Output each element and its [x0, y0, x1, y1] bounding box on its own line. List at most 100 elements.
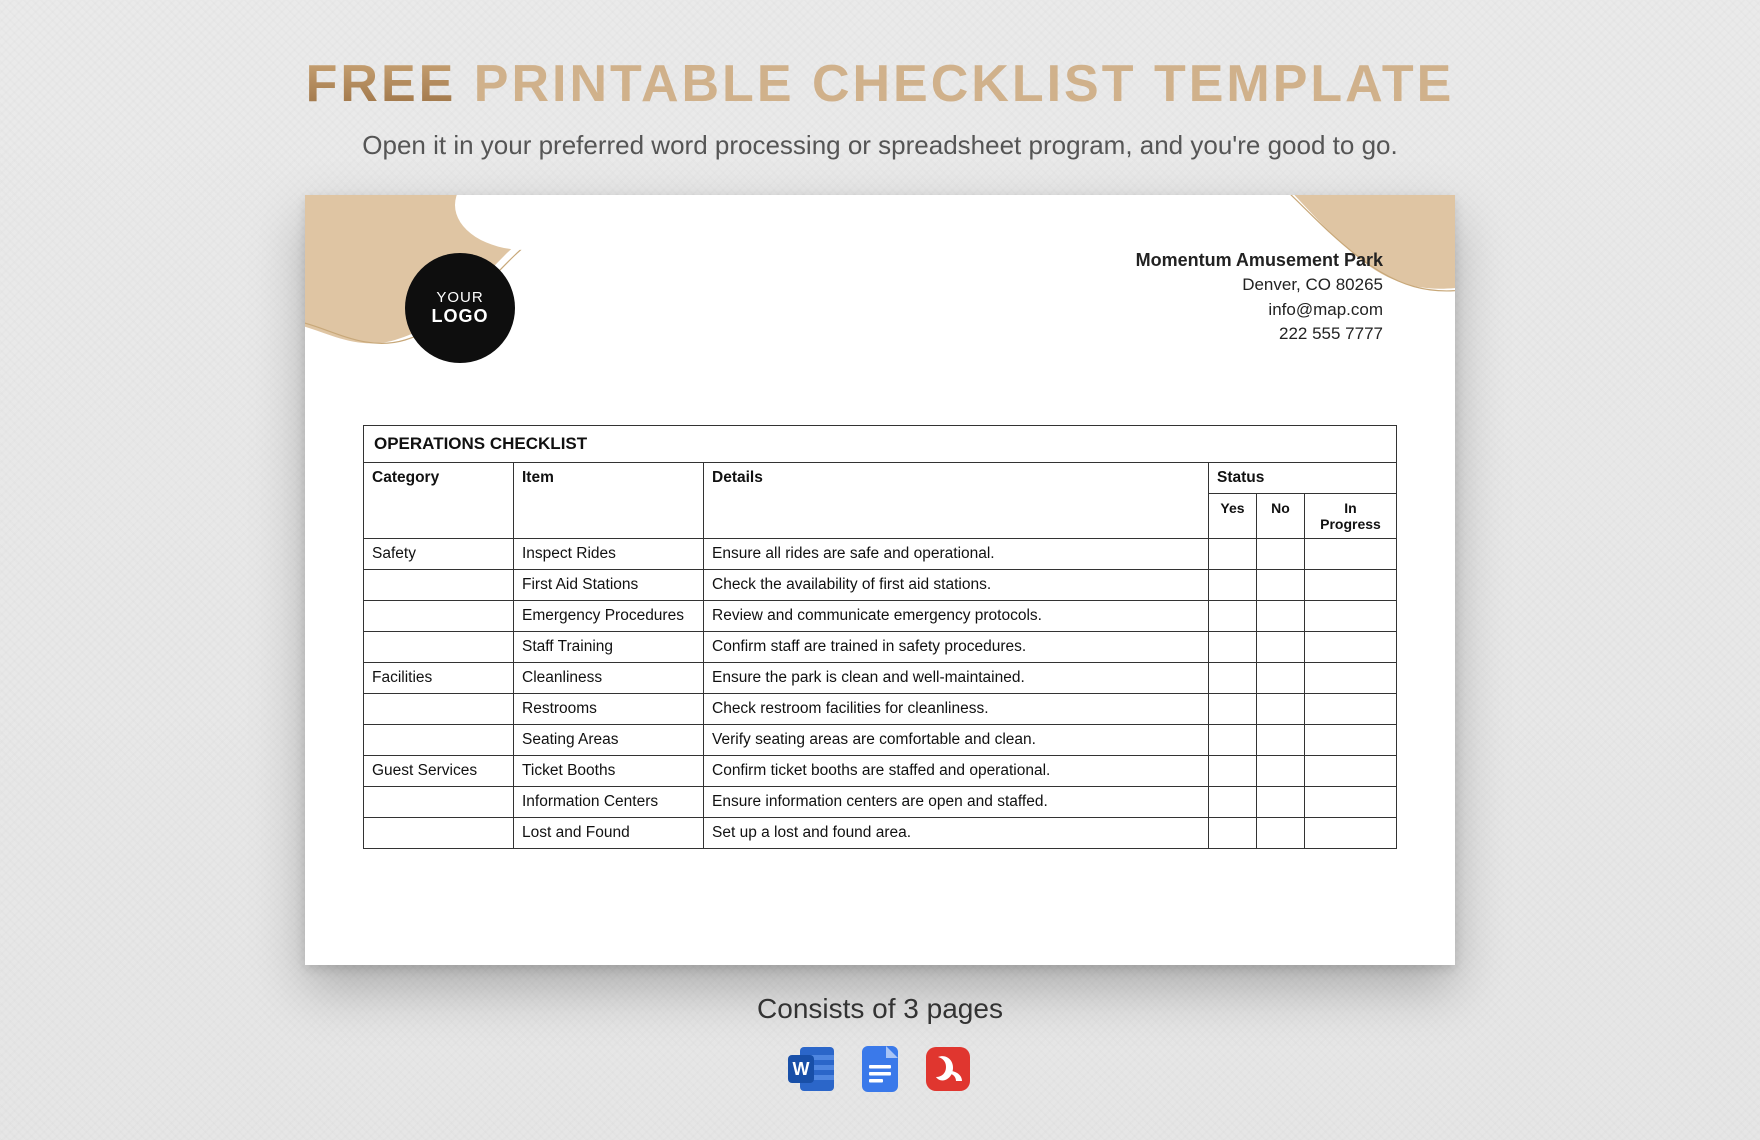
cell-inprogress: [1305, 663, 1397, 694]
table-row: First Aid StationsCheck the availability…: [364, 570, 1397, 601]
table-row: SafetyInspect RidesEnsure all rides are …: [364, 539, 1397, 570]
logo-line1: YOUR: [436, 289, 483, 306]
cell-yes: [1209, 725, 1257, 756]
cell-no: [1257, 756, 1305, 787]
cell-inprogress: [1305, 570, 1397, 601]
logo-placeholder: YOUR LOGO: [405, 253, 515, 363]
table-row: Seating AreasVerify seating areas are co…: [364, 725, 1397, 756]
cell-details: Confirm ticket booths are staffed and op…: [704, 756, 1209, 787]
cell-category: [364, 725, 514, 756]
cell-item: Ticket Booths: [514, 756, 704, 787]
word-icon: W: [786, 1043, 838, 1095]
col-item: Item: [514, 463, 704, 539]
company-name: Momentum Amusement Park: [1136, 247, 1383, 273]
document-preview: YOUR LOGO Momentum Amusement Park Denver…: [305, 195, 1455, 965]
cell-inprogress: [1305, 787, 1397, 818]
page-count-text: Consists of 3 pages: [0, 993, 1760, 1025]
title-rest: PRINTABLE CHECKLIST TEMPLATE: [456, 55, 1454, 113]
cell-item: First Aid Stations: [514, 570, 704, 601]
cell-no: [1257, 694, 1305, 725]
cell-item: Restrooms: [514, 694, 704, 725]
table-row: FacilitiesCleanlinessEnsure the park is …: [364, 663, 1397, 694]
cell-item: Emergency Procedures: [514, 601, 704, 632]
col-no: No: [1257, 494, 1305, 539]
table-row: Information CentersEnsure information ce…: [364, 787, 1397, 818]
google-docs-icon: [854, 1043, 906, 1095]
cell-category: Facilities: [364, 663, 514, 694]
table-title-row: OPERATIONS CHECKLIST: [364, 426, 1397, 463]
cell-no: [1257, 539, 1305, 570]
cell-details: Confirm staff are trained in safety proc…: [704, 632, 1209, 663]
cell-yes: [1209, 539, 1257, 570]
cell-yes: [1209, 694, 1257, 725]
cell-item: Inspect Rides: [514, 539, 704, 570]
page-title: FREE PRINTABLE CHECKLIST TEMPLATE: [0, 0, 1760, 114]
cell-category: [364, 818, 514, 849]
cell-yes: [1209, 787, 1257, 818]
cell-details: Check the availability of first aid stat…: [704, 570, 1209, 601]
cell-inprogress: [1305, 539, 1397, 570]
cell-no: [1257, 632, 1305, 663]
col-inprogress: In Progress: [1305, 494, 1397, 539]
cell-yes: [1209, 601, 1257, 632]
checklist-table-wrap: OPERATIONS CHECKLIST Category Item Detai…: [363, 425, 1397, 849]
cell-item: Information Centers: [514, 787, 704, 818]
cell-details: Ensure information centers are open and …: [704, 787, 1209, 818]
cell-category: Guest Services: [364, 756, 514, 787]
cell-details: Ensure all rides are safe and operationa…: [704, 539, 1209, 570]
cell-details: Verify seating areas are comfortable and…: [704, 725, 1209, 756]
pdf-icon: [922, 1043, 974, 1095]
col-category: Category: [364, 463, 514, 539]
cell-item: Seating Areas: [514, 725, 704, 756]
cell-inprogress: [1305, 694, 1397, 725]
cell-no: [1257, 570, 1305, 601]
col-status: Status: [1209, 463, 1397, 494]
cell-details: Review and communicate emergency protoco…: [704, 601, 1209, 632]
cell-yes: [1209, 818, 1257, 849]
checklist-title: OPERATIONS CHECKLIST: [364, 426, 1397, 463]
cell-yes: [1209, 632, 1257, 663]
cell-no: [1257, 787, 1305, 818]
cell-category: [364, 570, 514, 601]
cell-details: Set up a lost and found area.: [704, 818, 1209, 849]
checklist-table: OPERATIONS CHECKLIST Category Item Detai…: [363, 425, 1397, 849]
cell-yes: [1209, 570, 1257, 601]
svg-text:W: W: [793, 1059, 810, 1079]
table-row: RestroomsCheck restroom facilities for c…: [364, 694, 1397, 725]
cell-inprogress: [1305, 756, 1397, 787]
company-address: Denver, CO 80265: [1136, 273, 1383, 298]
cell-inprogress: [1305, 725, 1397, 756]
cell-item: Cleanliness: [514, 663, 704, 694]
cell-no: [1257, 818, 1305, 849]
table-row: Lost and FoundSet up a lost and found ar…: [364, 818, 1397, 849]
cell-item: Lost and Found: [514, 818, 704, 849]
table-header-row: Category Item Details Status: [364, 463, 1397, 494]
title-free: FREE: [306, 55, 457, 113]
table-row: Guest ServicesTicket BoothsConfirm ticke…: [364, 756, 1397, 787]
cell-details: Ensure the park is clean and well-mainta…: [704, 663, 1209, 694]
cell-category: [364, 694, 514, 725]
format-icons: W: [0, 1043, 1760, 1095]
cell-category: Safety: [364, 539, 514, 570]
page-subtitle: Open it in your preferred word processin…: [0, 130, 1760, 161]
cell-yes: [1209, 756, 1257, 787]
cell-no: [1257, 663, 1305, 694]
company-info: Momentum Amusement Park Denver, CO 80265…: [1136, 247, 1383, 347]
cell-category: [364, 632, 514, 663]
cell-no: [1257, 601, 1305, 632]
cell-details: Check restroom facilities for cleanlines…: [704, 694, 1209, 725]
cell-inprogress: [1305, 632, 1397, 663]
col-yes: Yes: [1209, 494, 1257, 539]
cell-no: [1257, 725, 1305, 756]
col-details: Details: [704, 463, 1209, 539]
company-email: info@map.com: [1136, 298, 1383, 323]
cell-category: [364, 787, 514, 818]
table-row: Emergency ProceduresReview and communica…: [364, 601, 1397, 632]
cell-yes: [1209, 663, 1257, 694]
cell-inprogress: [1305, 601, 1397, 632]
table-row: Staff TrainingConfirm staff are trained …: [364, 632, 1397, 663]
cell-item: Staff Training: [514, 632, 704, 663]
cell-category: [364, 601, 514, 632]
logo-line2: LOGO: [432, 306, 489, 327]
company-phone: 222 555 7777: [1136, 322, 1383, 347]
